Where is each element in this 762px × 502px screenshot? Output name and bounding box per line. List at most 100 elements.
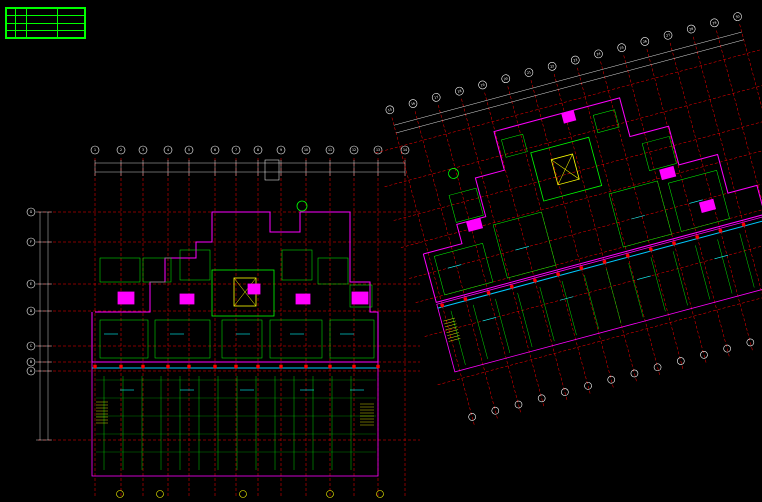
- axis-bubble-bottom: [116, 490, 124, 498]
- window-band: [437, 219, 762, 309]
- column: [213, 364, 217, 369]
- column: [579, 266, 584, 271]
- balcony: [465, 217, 484, 232]
- axis-line-vertical: [530, 80, 615, 390]
- column: [141, 364, 145, 369]
- axis-bubble-bottom: [376, 490, 384, 498]
- balcony: [247, 283, 261, 295]
- room-outline: [221, 319, 263, 359]
- partition-line: [628, 263, 644, 318]
- room-outline: [317, 257, 349, 285]
- right-building-plan: 15161718192021222324252627282930GFEDCBA: [375, 12, 762, 427]
- column: [93, 364, 97, 369]
- column: [556, 272, 561, 277]
- balcony: [179, 293, 195, 305]
- balcony: [117, 291, 135, 305]
- partition-line: [450, 310, 466, 365]
- column: [166, 364, 170, 369]
- floor-plan-drawing[interactable]: 1 2 3 4 5 6 7 8 9 10 11 12 13 14GFEDCBA 1516171819202…: [0, 0, 762, 502]
- axis-bubble-side-label: E: [30, 282, 32, 286]
- column: [532, 278, 538, 283]
- column: [119, 364, 123, 369]
- axis-bubble-top-label: 1: [94, 148, 96, 152]
- axis-line-vertical: [739, 24, 762, 334]
- room-outline: [99, 319, 149, 359]
- column: [648, 247, 653, 252]
- column: [440, 303, 445, 308]
- partition-line: [695, 245, 711, 300]
- column: [328, 364, 332, 369]
- axis-bubble-top-label: 5: [188, 148, 190, 152]
- column: [187, 364, 191, 369]
- axis-bubble-side-label: B: [30, 360, 32, 364]
- core-outline: [530, 136, 603, 202]
- room-outline: [448, 187, 484, 223]
- axis-bubble-top-label: 12: [352, 148, 356, 152]
- room-outline: [329, 319, 375, 359]
- axis-bubble-bottom: [239, 490, 247, 498]
- balcony: [561, 109, 577, 124]
- partition-line: [672, 251, 688, 306]
- column: [463, 297, 468, 302]
- axis-bubble-top-label: 10: [304, 148, 308, 152]
- podium-wall: [436, 215, 762, 373]
- partition-line: [584, 275, 599, 330]
- axis-bubble-top-label: 2: [120, 148, 122, 152]
- column: [279, 364, 283, 369]
- room-outline: [154, 319, 211, 359]
- partition-line: [472, 304, 488, 360]
- axis-bubble-top-label: 13: [376, 148, 380, 152]
- axis-bubble-bottom: [561, 388, 569, 396]
- balcony: [295, 293, 311, 305]
- room-outline: [433, 243, 494, 296]
- column: [304, 364, 308, 369]
- room-outline: [641, 136, 677, 171]
- partition-line: [739, 233, 755, 288]
- column: [695, 234, 700, 240]
- axis-line-horizontal: [424, 227, 762, 337]
- room-label: [482, 317, 497, 322]
- room-outline: [492, 211, 557, 279]
- column: [376, 364, 380, 369]
- room-label: [559, 296, 574, 301]
- axis-bubble-bottom: [676, 357, 685, 365]
- axis-bubble-side-label: F: [30, 240, 32, 244]
- axis-line-horizontal: [437, 275, 762, 386]
- room-outline: [608, 180, 672, 248]
- column: [234, 364, 238, 369]
- column: [486, 290, 491, 296]
- room-outline: [281, 249, 313, 281]
- room-label: [637, 275, 651, 280]
- balcony: [698, 198, 717, 213]
- partition-line: [539, 286, 555, 342]
- axis-bubble-top-label: 14: [403, 148, 407, 152]
- balcony: [659, 165, 677, 181]
- axis-bubble-top-label: 8: [257, 148, 259, 152]
- column: [718, 228, 723, 233]
- axis-bubble-bottom: [156, 490, 164, 498]
- room-outline: [179, 249, 211, 281]
- rotated-plan-frame: 15161718192021222324252627282930GFEDCBA: [375, 12, 762, 427]
- core-outline: [211, 269, 275, 317]
- entry-marker: [296, 200, 308, 212]
- axis-line-vertical: [716, 30, 762, 340]
- axis-bubble-bottom: [537, 394, 546, 403]
- room-label: [447, 264, 462, 269]
- dimension-line: [393, 31, 742, 126]
- podium-wall: [91, 361, 379, 477]
- cad-viewport[interactable]: 1 2 3 4 5 6 7 8 9 10 11 12 13 14 G F E D C B A 15 16 17 18 19 20 2…: [0, 0, 762, 502]
- room-outline: [269, 319, 323, 359]
- partition-line: [517, 292, 533, 348]
- partition-line: [650, 257, 666, 312]
- column: [741, 222, 746, 227]
- axis-bubble-top-label: 6: [214, 148, 216, 152]
- axis-line-vertical: [391, 117, 475, 427]
- room-outline: [592, 109, 620, 134]
- room-outline: [99, 257, 141, 283]
- room-outline: [142, 257, 172, 283]
- exterior-wall: [91, 211, 379, 363]
- partition-line: [561, 280, 577, 336]
- partition-line: [495, 298, 511, 354]
- axis-bubble-top-label: 9: [280, 148, 282, 152]
- column: [352, 364, 356, 369]
